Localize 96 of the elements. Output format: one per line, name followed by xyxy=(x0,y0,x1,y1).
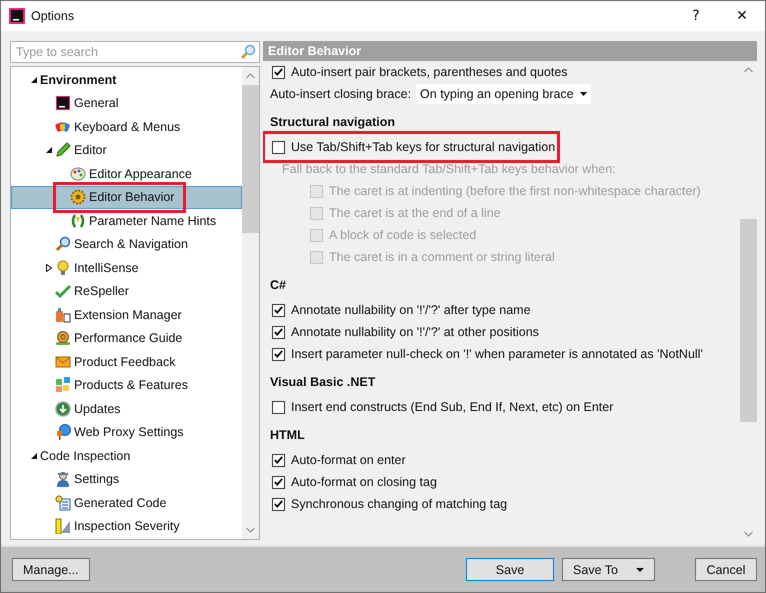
tiles-icon xyxy=(55,377,71,394)
tree-item[interactable]: Editor xyxy=(11,138,242,162)
download-icon xyxy=(55,400,71,417)
checkbox[interactable] xyxy=(272,454,285,466)
page-header: Editor Behavior xyxy=(263,41,757,61)
tree-item[interactable]: Environment xyxy=(11,68,242,92)
app-icon xyxy=(9,8,25,24)
checkbox[interactable] xyxy=(272,476,285,488)
note-text: Fall back to the standard Tab/Shift+Tab keys behavior when: xyxy=(281,161,617,178)
gear-icon xyxy=(70,189,86,206)
checkbox-label: Auto-format on closing tag xyxy=(291,475,437,489)
checkbox[interactable] xyxy=(272,400,285,414)
plug-icon xyxy=(55,306,71,323)
tree-item[interactable]: Search & Navigation xyxy=(11,232,242,256)
tree-item[interactable]: Code Inspection xyxy=(11,444,242,468)
caret-icon xyxy=(636,568,644,572)
tree-item[interactable]: Keyboard & Menus xyxy=(11,115,242,138)
checkbox-label: The caret is at indenting (before the first non-whitespace character) xyxy=(329,184,701,198)
person-icon xyxy=(55,471,71,488)
expanded-icon[interactable] xyxy=(30,452,38,460)
dialog-button[interactable]: Save To xyxy=(562,558,655,581)
snail-icon xyxy=(55,330,71,346)
dialog-button[interactable]: Manage... xyxy=(12,558,90,581)
section-heading: Structural navigation xyxy=(270,114,396,131)
caret-icon xyxy=(580,92,587,96)
checkbox[interactable] xyxy=(272,498,285,510)
search-icon xyxy=(239,44,257,60)
tree-item[interactable]: Parameter Name Hints xyxy=(11,209,242,232)
dialog-button[interactable]: Save xyxy=(466,558,554,581)
dropdown[interactable]: On typing an opening brace xyxy=(416,84,591,104)
checkbox-label: Synchronous changing of matching tag xyxy=(291,497,508,511)
checkmark-icon xyxy=(274,456,283,464)
tree-item[interactable]: IntelliSense xyxy=(11,256,242,280)
section-heading: HTML xyxy=(270,427,306,444)
tree-item[interactable]: Products & Features xyxy=(11,374,242,397)
checkmark-icon xyxy=(274,478,283,486)
collapsed-icon[interactable] xyxy=(45,264,53,272)
checkbox-label: The caret is at the end of a line xyxy=(329,206,501,220)
expanded-icon[interactable] xyxy=(30,76,38,84)
bracket-icon xyxy=(70,212,86,229)
checkmark-icon xyxy=(274,68,283,76)
checkbox[interactable] xyxy=(272,304,285,316)
checkbox[interactable] xyxy=(272,140,285,154)
tree-item[interactable]: Web Proxy Settings xyxy=(11,420,242,444)
checkbox-label: A block of code is selected xyxy=(329,228,476,242)
checkbox-label: Annotate nullability on '!'/'?' at other positions xyxy=(291,325,539,339)
checkbox-label: The caret is in a comment or string literal xyxy=(329,250,555,264)
checkbox-label: Use Tab/Shift+Tab keys for structural navigation xyxy=(291,140,556,154)
tree-item[interactable]: Inspection Severity xyxy=(11,514,242,538)
checkbox[interactable] xyxy=(272,348,285,360)
section-heading: C# xyxy=(270,277,287,294)
scrollbar-thumb[interactable] xyxy=(242,85,259,233)
tree-item[interactable]: Product Feedback xyxy=(11,350,242,374)
tree-item[interactable]: General xyxy=(11,92,242,115)
checkbox[interactable] xyxy=(272,326,285,338)
tree-item[interactable]: Updates xyxy=(11,397,242,420)
envelope-icon xyxy=(55,354,71,370)
scrollbar-thumb[interactable] xyxy=(740,219,757,422)
tree-item[interactable]: ReSpeller xyxy=(11,280,242,303)
checkmark-icon xyxy=(274,350,283,358)
search-field[interactable]: Type to search xyxy=(10,41,260,63)
dialog-button[interactable]: Cancel xyxy=(695,558,757,581)
tree-item[interactable]: Generated Code xyxy=(11,491,242,514)
scroll-down-icon[interactable] xyxy=(744,531,753,537)
tree-item[interactable]: Editor Appearance xyxy=(11,162,242,186)
palette-icon xyxy=(70,166,86,182)
tree-item[interactable]: Extension Manager xyxy=(11,303,242,326)
expanded-icon[interactable] xyxy=(45,146,53,154)
flag-icon xyxy=(55,518,71,534)
check-icon xyxy=(55,283,71,300)
checkmark-icon xyxy=(274,500,283,508)
window-title: Options xyxy=(31,9,76,23)
checkbox[interactable] xyxy=(272,66,285,78)
checkbox-label: Insert end constructs (End Sub, End If, Next, etc) on Enter xyxy=(291,400,614,414)
checkbox-label: Auto-insert pair brackets, parentheses and quotes xyxy=(291,65,568,79)
list-icon xyxy=(55,494,71,511)
checkbox-label: Insert parameter null-check on '!' when parameter is annotated as 'NotNull' xyxy=(291,347,703,361)
globe-icon xyxy=(55,424,71,440)
bulb-icon xyxy=(55,260,71,276)
tree-item[interactable]: Settings xyxy=(11,468,242,491)
checkmark-icon xyxy=(274,328,283,336)
checkbox-label: Auto-format on enter xyxy=(291,453,406,467)
help-button[interactable]: ? xyxy=(673,1,719,31)
scroll-down-icon[interactable] xyxy=(246,527,255,533)
logo-icon xyxy=(55,95,71,112)
section-heading: Visual Basic .NET xyxy=(270,374,376,391)
close-button[interactable]: ✕ xyxy=(719,1,765,31)
scroll-up-icon[interactable] xyxy=(246,73,255,79)
scroll-up-icon[interactable] xyxy=(744,67,753,73)
checkmark-icon xyxy=(274,306,283,314)
magnifier-icon xyxy=(55,236,71,252)
dropdown-label: Auto-insert closing brace: xyxy=(270,87,412,101)
tree-item[interactable]: Editor Behavior xyxy=(11,186,242,209)
tree-item[interactable]: Performance Guide xyxy=(11,326,242,350)
pencil-icon xyxy=(55,142,71,158)
checkbox-label: Annotate nullability on '!'/'?' after type name xyxy=(291,303,531,317)
